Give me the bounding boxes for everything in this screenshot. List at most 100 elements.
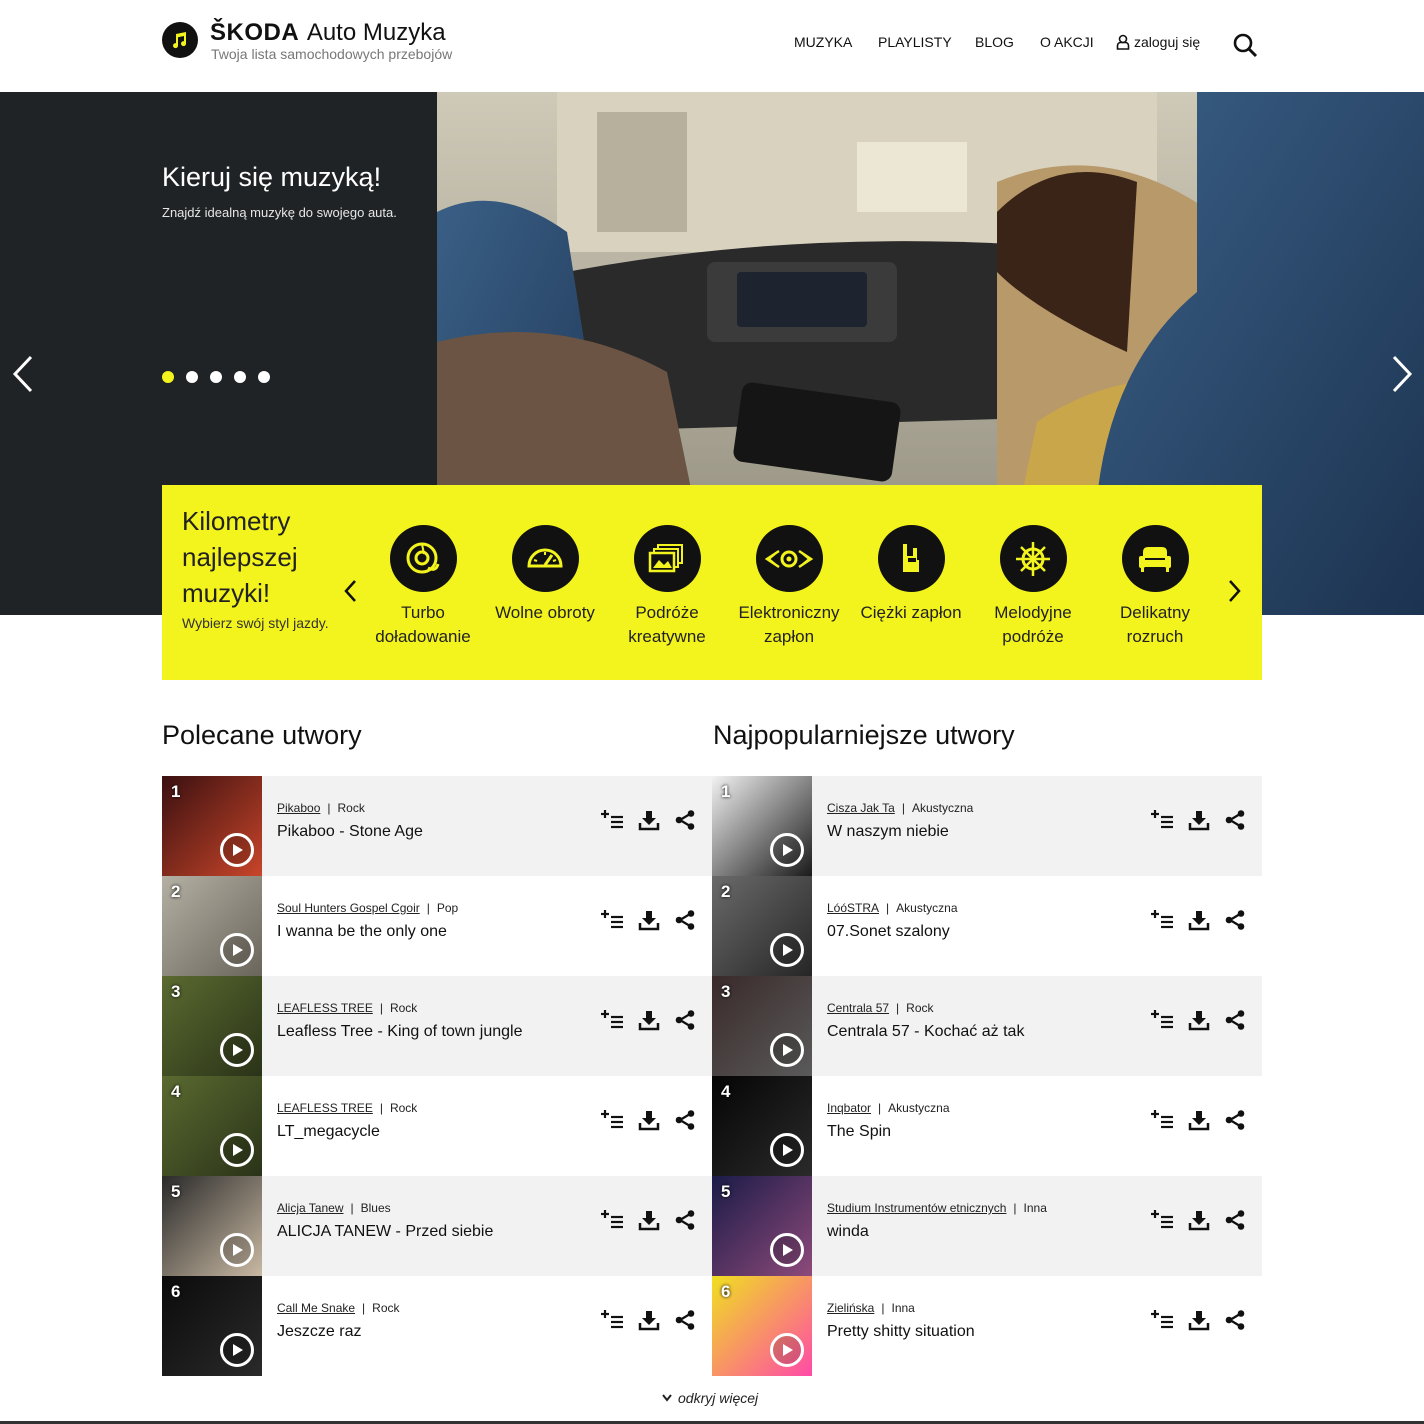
add-to-playlist-icon[interactable]	[1150, 808, 1174, 832]
download-icon[interactable]	[637, 1008, 661, 1032]
track-artist-link[interactable]: Pikaboo	[277, 801, 320, 815]
nav-o-akcji[interactable]: O AKCJI	[1040, 34, 1094, 50]
add-to-playlist-icon[interactable]	[1150, 1008, 1174, 1032]
add-to-playlist-icon[interactable]	[1150, 1208, 1174, 1232]
track-title[interactable]: Pretty shitty situation	[827, 1323, 975, 1341]
play-icon[interactable]	[220, 1333, 254, 1367]
download-icon[interactable]	[637, 1308, 661, 1332]
track-cover-image[interactable]: 6	[712, 1276, 812, 1376]
download-icon[interactable]	[637, 908, 661, 932]
track-title[interactable]: Centrala 57 - Kochać aż tak	[827, 1023, 1024, 1041]
track-artist-link[interactable]: Zielińska	[827, 1301, 874, 1315]
track-artist-link[interactable]: Studium Instrumentów etnicznych	[827, 1201, 1006, 1215]
play-icon[interactable]	[220, 1033, 254, 1067]
track-title[interactable]: 07.Sonet szalony	[827, 923, 950, 941]
track-row[interactable]: 1 Cisza Jak Ta | Akustyczna W naszym niebie	[712, 776, 1262, 876]
style-delikatny-rozruch[interactable]: Delikatny rozruch	[1094, 525, 1216, 649]
download-icon[interactable]	[1187, 1208, 1211, 1232]
share-icon[interactable]	[673, 1108, 697, 1132]
share-icon[interactable]	[673, 1208, 697, 1232]
track-artist-link[interactable]: Soul Hunters Gospel Cgoir	[277, 901, 420, 915]
track-title[interactable]: ALICJA TANEW - Przed siebie	[277, 1223, 493, 1241]
download-icon[interactable]	[1187, 808, 1211, 832]
track-artist-link[interactable]: Cisza Jak Ta	[827, 801, 895, 815]
styles-prev-arrow-icon[interactable]	[343, 579, 357, 603]
track-cover-image[interactable]: 2	[712, 876, 812, 976]
track-row[interactable]: 1 Pikaboo | Rock Pikaboo - Stone Age	[162, 776, 712, 876]
track-row[interactable]: 2 Soul Hunters Gospel Cgoir | Pop I wanna be…	[162, 876, 712, 976]
add-to-playlist-icon[interactable]	[1150, 1308, 1174, 1332]
add-to-playlist-icon[interactable]	[1150, 908, 1174, 932]
download-icon[interactable]	[1187, 908, 1211, 932]
music-note-logo-icon[interactable]	[162, 22, 198, 58]
add-to-playlist-icon[interactable]	[600, 1008, 624, 1032]
brand-name[interactable]: ŠKODA Auto Muzyka	[210, 18, 446, 47]
track-row[interactable]: 3 LEAFLESS TREE | Rock Leafless Tree - King …	[162, 976, 712, 1076]
track-artist-link[interactable]: LóóSTRA	[827, 901, 879, 915]
hero-prev-arrow-icon[interactable]	[11, 354, 35, 394]
track-artist-link[interactable]: Inqbator	[827, 1101, 871, 1115]
track-cover-image[interactable]: 4	[162, 1076, 262, 1176]
slider-dot-5[interactable]	[258, 371, 270, 383]
download-icon[interactable]	[1187, 1308, 1211, 1332]
share-icon[interactable]	[673, 1308, 697, 1332]
share-icon[interactable]	[1223, 908, 1247, 932]
download-icon[interactable]	[637, 808, 661, 832]
download-icon[interactable]	[1187, 1108, 1211, 1132]
track-cover-image[interactable]: 2	[162, 876, 262, 976]
track-artist-link[interactable]: Alicja Tanew	[277, 1201, 343, 1215]
track-row[interactable]: 2 LóóSTRA | Akustyczna 07.Sonet szalony	[712, 876, 1262, 976]
share-icon[interactable]	[673, 908, 697, 932]
play-icon[interactable]	[770, 933, 804, 967]
add-to-playlist-icon[interactable]	[600, 908, 624, 932]
track-title[interactable]: Pikaboo - Stone Age	[277, 823, 423, 841]
login-link[interactable]: zaloguj się	[1116, 34, 1200, 50]
track-row[interactable]: 3 Centrala 57 | Rock Centrala 57 - Kochać aż…	[712, 976, 1262, 1076]
track-artist-link[interactable]: Call Me Snake	[277, 1301, 355, 1315]
track-row[interactable]: 6 Zielińska | Inna Pretty shitty situation	[712, 1276, 1262, 1376]
play-icon[interactable]	[220, 1233, 254, 1267]
play-icon[interactable]	[770, 1333, 804, 1367]
play-icon[interactable]	[770, 1233, 804, 1267]
track-row[interactable]: 5 Studium Instrumentów etnicznych | Inna win…	[712, 1176, 1262, 1276]
styles-next-arrow-icon[interactable]	[1228, 579, 1242, 603]
play-icon[interactable]	[220, 1133, 254, 1167]
track-title[interactable]: winda	[827, 1223, 869, 1241]
style-elektroniczny-zaplon[interactable]: Elektroniczny zapłon	[728, 525, 850, 649]
share-icon[interactable]	[1223, 1208, 1247, 1232]
track-artist-link[interactable]: Centrala 57	[827, 1001, 889, 1015]
nav-blog[interactable]: BLOG	[975, 34, 1014, 50]
track-title[interactable]: W naszym niebie	[827, 823, 949, 841]
add-to-playlist-icon[interactable]	[600, 1308, 624, 1332]
discover-more-link[interactable]: odkryj więcej	[662, 1390, 758, 1406]
track-cover-image[interactable]: 1	[712, 776, 812, 876]
play-icon[interactable]	[770, 1033, 804, 1067]
nav-muzyka[interactable]: MUZYKA	[794, 34, 852, 50]
style-turbo[interactable]: Turbo doładowanie	[362, 525, 484, 649]
share-icon[interactable]	[1223, 1308, 1247, 1332]
track-title[interactable]: Leafless Tree - King of town jungle	[277, 1023, 522, 1041]
slider-dot-1[interactable]	[162, 371, 174, 383]
share-icon[interactable]	[1223, 1008, 1247, 1032]
track-cover-image[interactable]: 3	[162, 976, 262, 1076]
slider-dot-2[interactable]	[186, 371, 198, 383]
search-icon[interactable]	[1232, 32, 1258, 62]
track-row[interactable]: 4 Inqbator | Akustyczna The Spin	[712, 1076, 1262, 1176]
add-to-playlist-icon[interactable]	[600, 1108, 624, 1132]
style-wolne-obroty[interactable]: Wolne obroty	[484, 525, 606, 625]
track-cover-image[interactable]: 5	[712, 1176, 812, 1276]
track-title[interactable]: The Spin	[827, 1123, 891, 1141]
nav-playlisty[interactable]: PLAYLISTY	[878, 34, 952, 50]
track-row[interactable]: 5 Alicja Tanew | Blues ALICJA TANEW - Przed …	[162, 1176, 712, 1276]
download-icon[interactable]	[1187, 1008, 1211, 1032]
style-ciezki-zaplon[interactable]: Ciężki zapłon	[850, 525, 972, 625]
add-to-playlist-icon[interactable]	[600, 1208, 624, 1232]
style-podroze-kreatywne[interactable]: Podróże kreatywne	[606, 525, 728, 649]
track-title[interactable]: Jeszcze raz	[277, 1323, 361, 1341]
share-icon[interactable]	[673, 808, 697, 832]
slider-dot-4[interactable]	[234, 371, 246, 383]
track-cover-image[interactable]: 3	[712, 976, 812, 1076]
add-to-playlist-icon[interactable]	[600, 808, 624, 832]
track-title[interactable]: LT_megacycle	[277, 1123, 380, 1141]
track-artist-link[interactable]: LEAFLESS TREE	[277, 1001, 373, 1015]
